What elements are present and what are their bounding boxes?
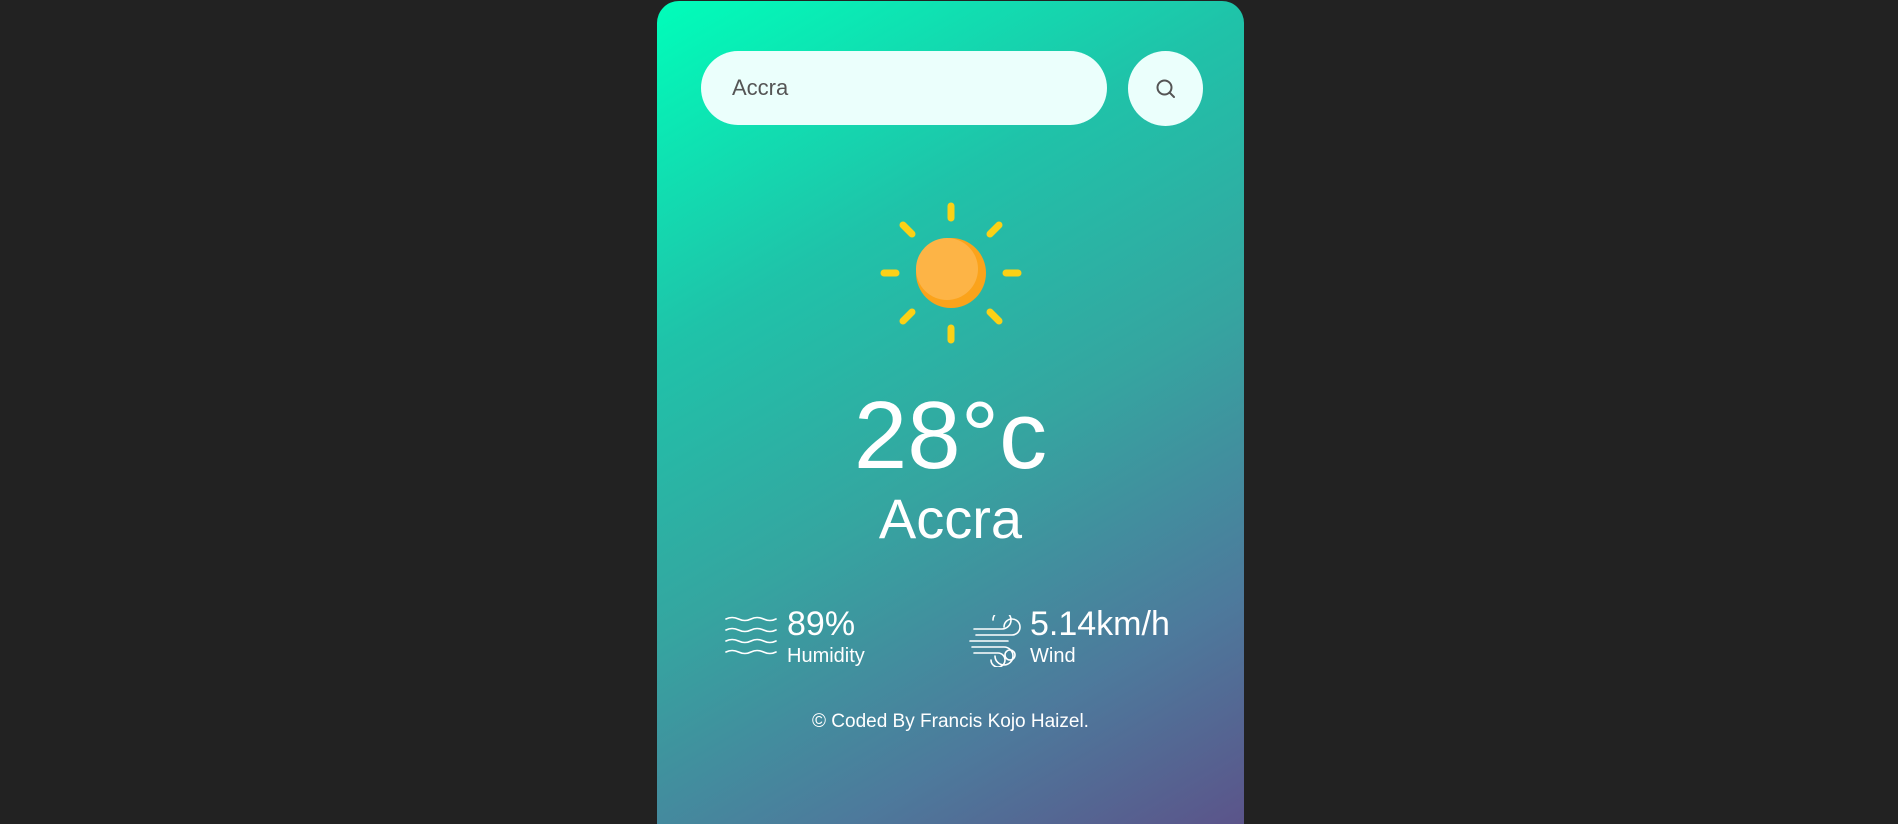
search-icon — [1156, 79, 1175, 98]
search-bar — [701, 51, 1203, 127]
humidity-section: 89% Humidity — [725, 601, 905, 681]
wind-value: 5.14km/h — [1030, 605, 1170, 643]
humidity-label: Humidity — [787, 645, 865, 667]
weather-card: 28°c Accra 89% Humidity — [657, 1, 1244, 824]
weather-details: 89% Humidity 5.14km/h Wind — [657, 601, 1244, 681]
wind-section: 5.14km/h Wind — [968, 601, 1198, 681]
search-button[interactable] — [1128, 51, 1203, 126]
search-input[interactable] — [701, 51, 1107, 125]
wind-label: Wind — [1030, 645, 1076, 667]
sun-icon — [880, 202, 1022, 344]
humidity-waves-icon — [725, 616, 777, 655]
humidity-value: 89% — [787, 605, 856, 643]
temperature: 28°c — [853, 382, 1048, 489]
wind-icon — [969, 615, 1021, 667]
footer-credit: © Coded By Francis Kojo Haizel. — [812, 711, 1089, 732]
city-name: Accra — [878, 487, 1023, 550]
